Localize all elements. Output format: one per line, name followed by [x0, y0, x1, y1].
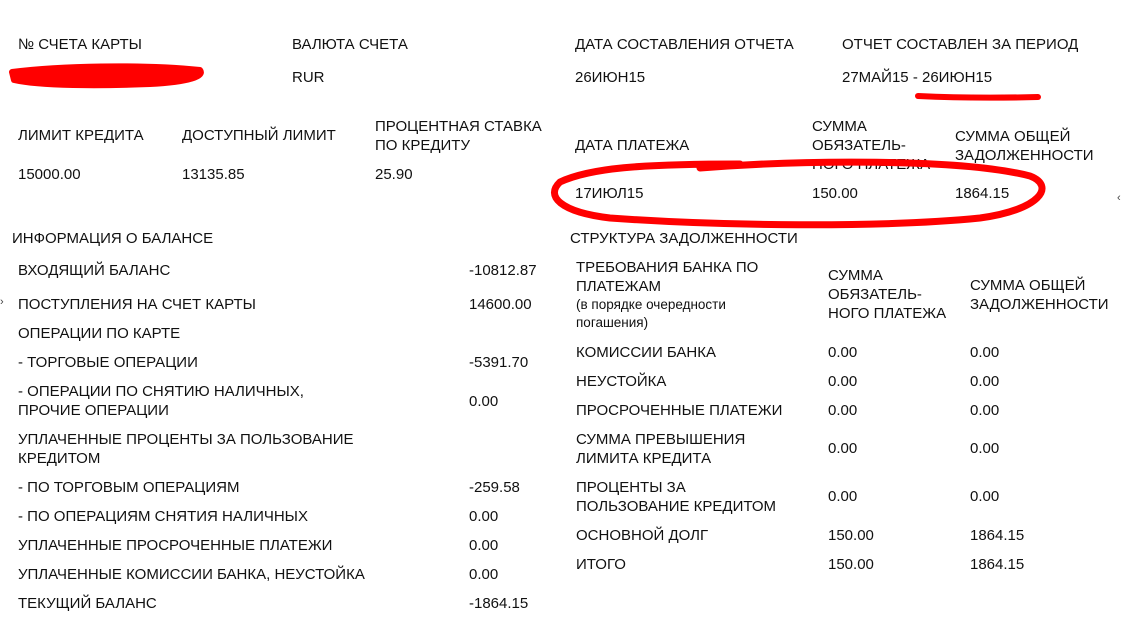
balance-row-label: УПЛАЧЕННЫЕ КОМИССИИ БАНКА, НЕУСТОЙКА [18, 566, 365, 583]
balance-row-label-line1: УПЛАЧЕННЫЕ ПРОЦЕНТЫ ЗА ПОЛЬЗОВАНИЕ [18, 431, 354, 448]
credit-limit-value: 15000.00 [18, 166, 81, 183]
debt-total-header-line1: СУММА ОБЩЕЙ [970, 277, 1086, 294]
debt-row-label: ПРОСРОЧЕННЫЕ ПЛАТЕЖИ [576, 402, 783, 419]
debt-row-total: 1864.15 [970, 527, 1025, 544]
debt-structure-title: СТРУКТУРА ЗАДОЛЖЕННОСТИ [570, 230, 798, 247]
balance-row-label-line2: КРЕДИТОМ [18, 450, 101, 467]
balance-row-label: - ТОРГОВЫЕ ОПЕРАЦИИ [18, 354, 198, 371]
currency-label: ВАЛЮТА СЧЕТА [292, 36, 408, 53]
mandatory-payment-label-line1: СУММА [812, 118, 867, 135]
balance-row-label: ОПЕРАЦИИ ПО КАРТЕ [18, 325, 181, 342]
cropped-header-text: ▔▔▔▔▔ ▔▔ ▔▔▔ [10, 0, 134, 7]
debt-total-header-line2: ЗАДОЛЖЕННОСТИ [970, 296, 1109, 313]
bank-requirements-note-line2: погашения) [576, 315, 649, 330]
period-value: 27МАЙ15 - 26ИЮН15 [842, 69, 993, 86]
balance-row-value: 0.00 [469, 508, 499, 525]
report-date-label: ДАТА СОСТАВЛЕНИЯ ОТЧЕТА [575, 36, 794, 53]
balance-row-value: -259.58 [469, 479, 520, 496]
payment-date-value: 17ИЮЛ15 [575, 185, 644, 202]
debt-row-label-line1: ПРОЦЕНТЫ ЗА [576, 479, 686, 496]
balance-row-value: 14600.00 [469, 296, 532, 313]
bank-requirements-header-line2: ПЛАТЕЖАМ [576, 278, 661, 295]
total-debt-label: СУММА ОБЩЕЙ ЗАДОЛЖЕННОСТИ [955, 127, 1094, 165]
interest-rate-label-line1: ПРОЦЕНТНАЯ СТАВКА [375, 118, 542, 135]
debt-mandatory-header-line1: СУММА [828, 267, 883, 284]
balance-row-label: - ПО ОПЕРАЦИЯМ СНЯТИЯ НАЛИЧНЫХ [18, 508, 308, 525]
debt-row-mandatory: 0.00 [828, 440, 858, 457]
available-limit-label: ДОСТУПНЫЙ ЛИМИТ [182, 127, 336, 144]
debt-row-mandatory: 150.00 [828, 556, 874, 573]
balance-row-value: -5391.70 [469, 354, 529, 371]
debt-mandatory-header-line3: НОГО ПЛАТЕЖА [828, 305, 947, 322]
debt-mandatory-header-line2: ОБЯЗАТЕЛЬ- [828, 286, 922, 303]
balance-row-value: -10812.87 [469, 262, 537, 279]
report-date-value: 26ИЮН15 [575, 69, 646, 86]
debt-row-label: ИТОГО [576, 556, 626, 573]
debt-row-label: ОСНОВНОЙ ДОЛГ [576, 527, 709, 544]
debt-row-mandatory: 0.00 [828, 488, 858, 505]
card-account-label: № СЧЕТА КАРТЫ [18, 36, 142, 53]
interest-rate-label: ПРОЦЕНТНАЯ СТАВКА ПО КРЕДИТУ [375, 117, 542, 155]
payment-date-label: ДАТА ПЛАТЕЖА [575, 137, 690, 154]
balance-row-label: - ПО ТОРГОВЫМ ОПЕРАЦИЯМ [18, 479, 240, 496]
balance-row-value: 0.00 [469, 393, 499, 410]
balance-row-value: -1864.15 [469, 595, 529, 612]
debt-row-total: 0.00 [970, 440, 1000, 457]
cursor-mark-icon: › [0, 296, 4, 308]
balance-row-value: 0.00 [469, 537, 499, 554]
debt-row-label-line1: СУММА ПРЕВЫШЕНИЯ [576, 431, 746, 448]
mandatory-payment-label: СУММА ОБЯЗАТЕЛЬ- НОГО ПЛАТЕЖА [812, 117, 930, 174]
debt-row-total: 0.00 [970, 402, 1000, 419]
interest-rate-label-line2: ПО КРЕДИТУ [375, 137, 470, 154]
debt-row-label: СУММА ПРЕВЫШЕНИЯ ЛИМИТА КРЕДИТА [576, 430, 745, 468]
balance-row-label: ПОСТУПЛЕНИЯ НА СЧЕТ КАРТЫ [18, 296, 256, 313]
currency-value: RUR [292, 69, 325, 86]
debt-row-label-line2: ЛИМИТА КРЕДИТА [576, 450, 712, 467]
total-debt-value: 1864.15 [955, 185, 1010, 202]
balance-row-label-line2: ПРОЧИЕ ОПЕРАЦИИ [18, 402, 169, 419]
bank-requirements-header: ТРЕБОВАНИЯ БАНКА ПО ПЛАТЕЖАМ (в порядке … [576, 258, 758, 332]
mandatory-payment-label-line3: НОГО ПЛАТЕЖА [812, 156, 931, 173]
debt-row-total: 0.00 [970, 488, 1000, 505]
debt-row-mandatory: 150.00 [828, 527, 874, 544]
credit-limit-label: ЛИМИТ КРЕДИТА [18, 127, 144, 144]
mandatory-payment-value: 150.00 [812, 185, 858, 202]
mandatory-payment-label-line2: ОБЯЗАТЕЛЬ- [812, 137, 906, 154]
debt-mandatory-header: СУММА ОБЯЗАТЕЛЬ- НОГО ПЛАТЕЖА [828, 266, 946, 323]
balance-row-label: ВХОДЯЩИЙ БАЛАНС [18, 262, 171, 279]
debt-row-mandatory: 0.00 [828, 402, 858, 419]
balance-row-value: 0.00 [469, 566, 499, 583]
cursor-mark-icon: ‹ [1117, 192, 1121, 204]
balance-row-label: УПЛАЧЕННЫЕ ПРОСРОЧЕННЫЕ ПЛАТЕЖИ [18, 537, 333, 554]
debt-row-mandatory: 0.00 [828, 373, 858, 390]
total-debt-label-line1: СУММА ОБЩЕЙ [955, 128, 1071, 145]
bank-requirements-header-line1: ТРЕБОВАНИЯ БАНКА ПО [576, 259, 759, 276]
total-debt-label-line2: ЗАДОЛЖЕННОСТИ [955, 147, 1094, 164]
debt-row-total: 0.00 [970, 344, 1000, 361]
debt-row-label: ПРОЦЕНТЫ ЗА ПОЛЬЗОВАНИЕ КРЕДИТОМ [576, 478, 776, 516]
debt-row-label: НЕУСТОЙКА [576, 373, 667, 390]
balance-row-label: - ОПЕРАЦИИ ПО СНЯТИЮ НАЛИЧНЫХ, ПРОЧИЕ ОП… [18, 382, 304, 420]
available-limit-value: 13135.85 [182, 166, 245, 183]
balance-row-label-line1: - ОПЕРАЦИИ ПО СНЯТИЮ НАЛИЧНЫХ, [18, 383, 304, 400]
debt-row-total: 0.00 [970, 373, 1000, 390]
debt-row-label-line2: ПОЛЬЗОВАНИЕ КРЕДИТОМ [576, 498, 776, 515]
redaction-scribble [9, 63, 204, 89]
period-label: ОТЧЕТ СОСТАВЛЕН ЗА ПЕРИОД [842, 36, 1079, 53]
balance-title: ИНФОРМАЦИЯ О БАЛАНСЕ [12, 230, 214, 247]
balance-row-label: УПЛАЧЕННЫЕ ПРОЦЕНТЫ ЗА ПОЛЬЗОВАНИЕ КРЕДИ… [18, 430, 354, 468]
debt-row-mandatory: 0.00 [828, 344, 858, 361]
interest-rate-value: 25.90 [375, 166, 413, 183]
debt-total-header: СУММА ОБЩЕЙ ЗАДОЛЖЕННОСТИ [970, 276, 1109, 314]
debt-row-label: КОМИССИИ БАНКА [576, 344, 717, 361]
balance-row-label: ТЕКУЩИЙ БАЛАНС [18, 595, 157, 612]
debt-row-total: 1864.15 [970, 556, 1025, 573]
period-underline [915, 93, 1041, 101]
bank-requirements-note-line1: (в порядке очередности [576, 297, 726, 312]
